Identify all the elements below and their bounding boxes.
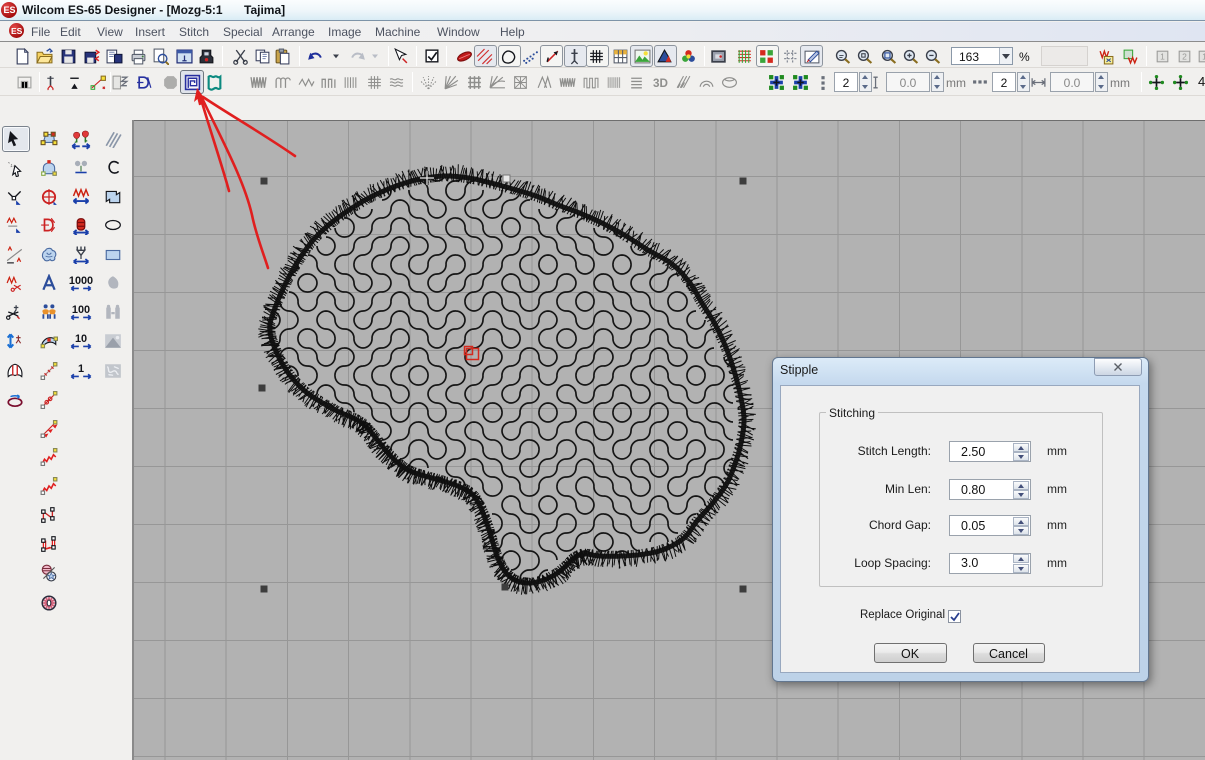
svg-text:100: 100 [72, 304, 90, 316]
svg-text:1: 1 [1160, 52, 1165, 62]
svg-text:2: 2 [1182, 52, 1187, 62]
svg-text:1000: 1000 [69, 275, 93, 287]
svg-text:3D: 3D [653, 77, 668, 90]
svg-text:10: 10 [75, 333, 87, 345]
svg-text:1: 1 [78, 363, 84, 375]
